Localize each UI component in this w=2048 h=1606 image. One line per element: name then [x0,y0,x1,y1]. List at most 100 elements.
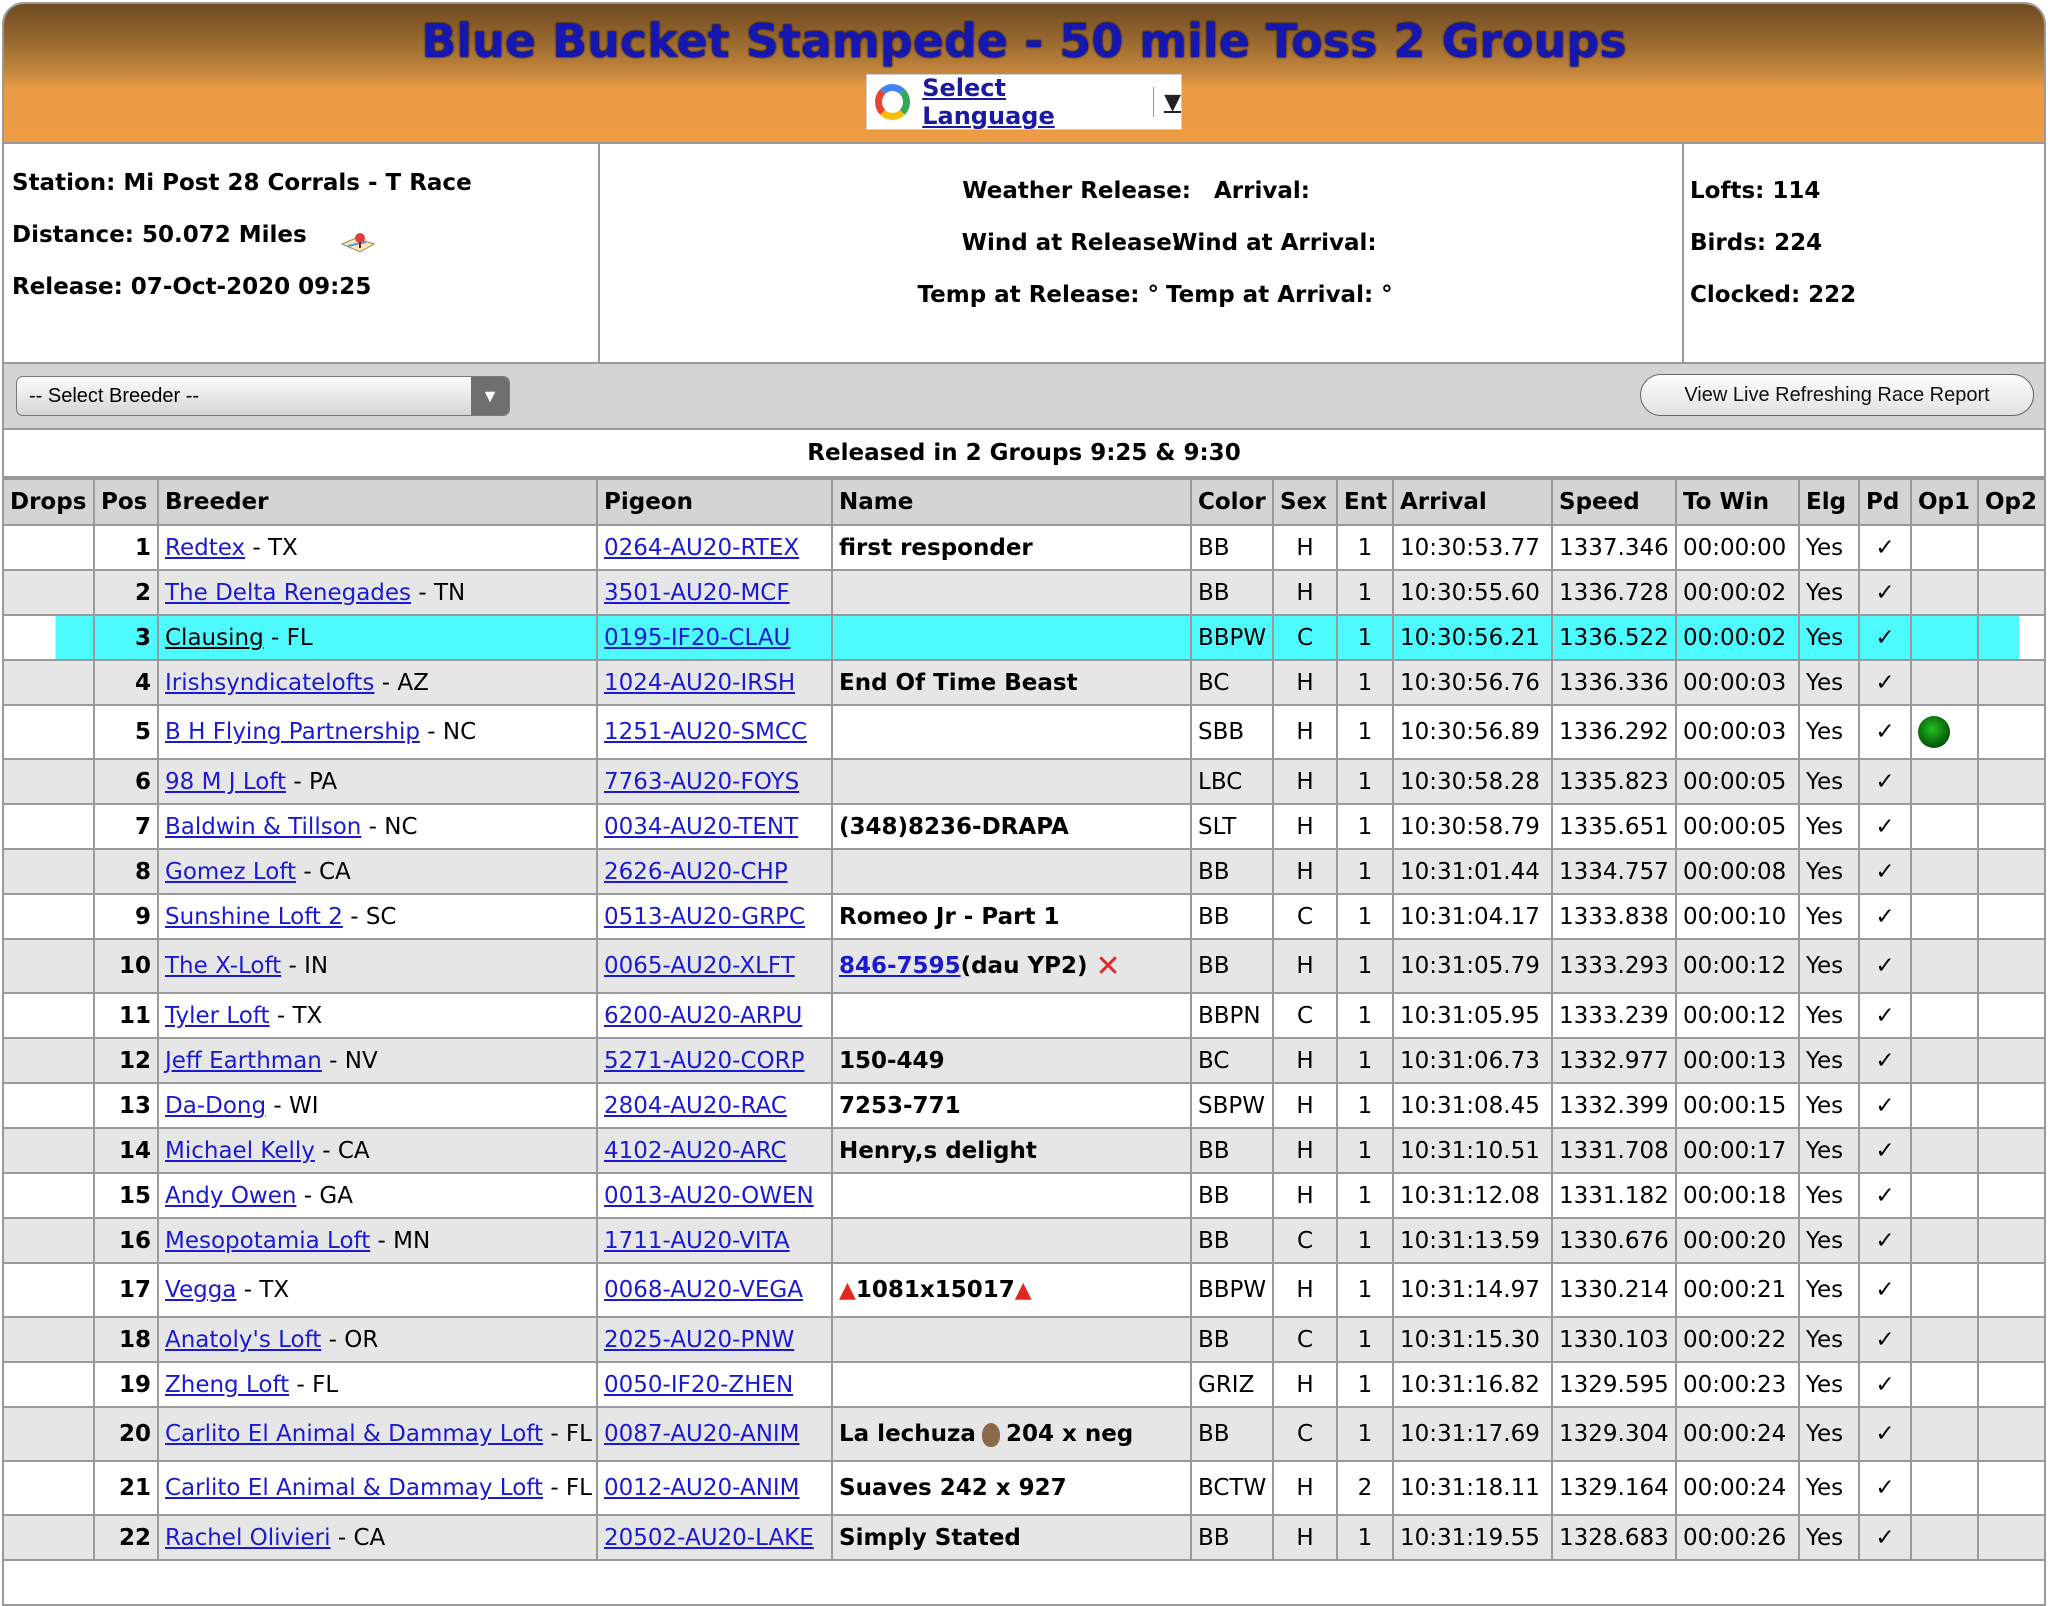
pigeon-link[interactable]: 2804-AU20-RAC [604,1093,787,1119]
col-header-op2[interactable]: Op2 [1977,478,2044,526]
name-link[interactable]: 846-7595 [839,953,961,979]
pigeon-link[interactable]: 4102-AU20-ARC [604,1138,787,1164]
col-header-speed[interactable]: Speed [1551,478,1677,526]
breeder-link[interactable]: Andy Owen [165,1183,296,1209]
col-header-name[interactable]: Name [831,478,1192,526]
table-row[interactable]: 15 Andy Owen - GA 0013-AU20-OWEN BB H 1 10:31:… [4,1172,2044,1219]
col-header-pd[interactable]: Pd [1858,478,1912,526]
pigeon-link[interactable]: 0034-AU20-TENT [604,814,798,840]
pigeon-link[interactable]: 3501-AU20-MCF [604,580,790,606]
col-header-elg[interactable]: Elg [1798,478,1860,526]
col-header-color[interactable]: Color [1190,478,1274,526]
pigeon-link[interactable]: 0195-IF20-CLAU [604,625,790,651]
pigeon-link[interactable]: 0013-AU20-OWEN [604,1183,814,1209]
drops-cell [4,848,95,895]
wind-release-label: Wind at Release: [961,230,1181,256]
breeder-link[interactable]: Mesopotamia Loft [165,1228,370,1254]
table-row[interactable]: 17 Vegga - TX 0068-AU20-VEGA ▲1081x15017▲ BB… [4,1262,2044,1318]
col-header-pigeon[interactable]: Pigeon [596,478,833,526]
breeder-link[interactable]: The Delta Renegades [165,580,411,606]
table-row[interactable]: 22 Rachel Olivieri - CA 20502-AU20-LAKE Sim… [4,1514,2044,1561]
live-report-button[interactable]: View Live Refreshing Race Report [1640,374,2034,416]
table-row[interactable]: 3 Clausing - FL 0195-IF20-CLAU BBPW C 1 10:30:… [4,614,2044,661]
table-row[interactable]: 16 Mesopotamia Loft - MN 1711-AU20-VITA BB C… [4,1217,2044,1264]
pigeon-link[interactable]: 0068-AU20-VEGA [604,1277,803,1303]
breeder-link[interactable]: The X-Loft [165,953,281,979]
table-row[interactable]: 20 Carlito El Animal & Dammay Loft - FL 00… [4,1406,2044,1462]
col-header-breeder[interactable]: Breeder [157,478,598,526]
dropdown-arrow-icon[interactable]: ▼ [471,377,509,415]
breeder-link[interactable]: Anatoly's Loft [165,1327,321,1353]
table-row[interactable]: 18 Anatoly's Loft - OR 2025-AU20-PNW BB C 1 10… [4,1316,2044,1363]
ent-cell: 1 [1336,1172,1394,1219]
table-row[interactable]: 11 Tyler Loft - TX 6200-AU20-ARPU BBPN C 1 10:… [4,992,2044,1039]
col-header-ent[interactable]: Ent [1336,478,1394,526]
pos-cell: 15 [93,1172,159,1219]
table-row[interactable]: 6 98 M J Loft - PA 7763-AU20-FOYS LBC H 1 10:3… [4,758,2044,805]
breeder-link[interactable]: Vegga [165,1277,236,1303]
pigeon-link[interactable]: 1024-AU20-IRSH [604,670,795,696]
breeder-link[interactable]: 98 M J Loft [165,769,286,795]
pigeon-link[interactable]: 6200-AU20-ARPU [604,1003,802,1029]
table-row[interactable]: 5B H Flying Partnership - NC 1251-AU20-SM… [4,704,2044,760]
results-body: 1 Redtex - TX 0264-AU20-RTEX first responde… [4,524,2044,1561]
breeder-link[interactable]: Clausing [165,625,264,651]
pigeon-link[interactable]: 20502-AU20-LAKE [604,1525,814,1551]
op1-cell [1910,992,1979,1039]
breeder-link[interactable]: Carlito El Animal & Dammay Loft [165,1475,543,1501]
breeder-link[interactable]: Sunshine Loft 2 [165,904,343,930]
col-header-drops[interactable]: Drops [4,478,95,526]
language-selector[interactable]: Select Language ▼ [866,74,1182,130]
select-language-link[interactable]: Select Language [922,74,1139,130]
breeder-link[interactable]: Zheng Loft [165,1372,289,1398]
elg-cell: Yes [1798,992,1860,1039]
table-row[interactable]: 2 The Delta Renegades - TN 3501-AU20-MCF BB… [4,569,2044,616]
breeder-link[interactable]: Rachel Olivieri [165,1525,331,1551]
table-row[interactable]: 13 Da-Dong - WI 2804-AU20-RAC 7253-771 SBPW H… [4,1082,2044,1129]
table-row[interactable]: 9 Sunshine Loft 2 - SC 0513-AU20-GRPC Romeo… [4,893,2044,940]
breeder-link[interactable]: Baldwin & Tillson [165,814,361,840]
pigeon-link[interactable]: 1711-AU20-VITA [604,1228,790,1254]
table-row[interactable]: 14 Michael Kelly - CA 4102-AU20-ARC Henry,s… [4,1127,2044,1174]
pigeon-link[interactable]: 2025-AU20-PNW [604,1327,794,1353]
table-row[interactable]: 21 Carlito El Animal & Dammay Loft - FL 00… [4,1460,2044,1516]
table-row[interactable]: 1 Redtex - TX 0264-AU20-RTEX first responde… [4,524,2044,571]
breeder-link[interactable]: Jeff Earthman [165,1048,322,1074]
pigeon-link[interactable]: 7763-AU20-FOYS [604,769,799,795]
pigeon-link[interactable]: 0087-AU20-ANIM [604,1421,800,1447]
pigeon-link[interactable]: 5271-AU20-CORP [604,1048,804,1074]
breeder-link[interactable]: Tyler Loft [165,1003,270,1029]
breeder-link[interactable]: Da-Dong [165,1093,266,1119]
pigeon-link[interactable]: 2626-AU20-CHP [604,859,788,885]
col-header-pos[interactable]: Pos [93,478,159,526]
breeder-select[interactable]: -- Select Breeder -- ▼ [16,376,510,416]
col-header-op1[interactable]: Op1 [1910,478,1979,526]
drops-cell [4,1514,95,1561]
table-row[interactable]: 4 Irishsyndicatelofts - AZ 1024-AU20-IRSH E… [4,659,2044,706]
table-row[interactable]: 7 Baldwin & Tillson - NC 0034-AU20-TENT (34… [4,803,2044,850]
table-row[interactable]: 8 Gomez Loft - CA 2626-AU20-CHP BB H 1 10:31:0… [4,848,2044,895]
table-row[interactable]: 19 Zheng Loft - FL 0050-IF20-ZHEN GRIZ H 1 10:… [4,1361,2044,1408]
pigeon-link[interactable]: 0050-IF20-ZHEN [604,1372,793,1398]
breeder-link[interactable]: B H Flying Partnership [165,719,420,745]
pigeon-link[interactable]: 0513-AU20-GRPC [604,904,805,930]
col-header-arrival[interactable]: Arrival [1392,478,1553,526]
pigeon-link[interactable]: 0065-AU20-XLFT [604,953,795,979]
table-row[interactable]: 10 The X-Loft - IN 0065-AU20-XLFT 846-7595(… [4,938,2044,994]
breeder-link[interactable]: Redtex [165,535,245,561]
breeder-link[interactable]: Gomez Loft [165,859,296,885]
col-header-towin[interactable]: To Win [1675,478,1800,526]
table-row[interactable]: 12 Jeff Earthman - NV 5271-AU20-CORP 150-44… [4,1037,2044,1084]
map-icon[interactable] [338,230,378,262]
breeder-link[interactable]: Carlito El Animal & Dammay Loft [165,1421,543,1447]
pigeon-link[interactable]: 0264-AU20-RTEX [604,535,799,561]
col-header-sex[interactable]: Sex [1272,478,1338,526]
name-cell [831,1172,1192,1219]
breeder-cell: Carlito El Animal & Dammay Loft - FL [157,1460,598,1516]
pigeon-link[interactable]: 1251-AU20-SMCC [604,719,807,745]
breeder-link[interactable]: Michael Kelly [165,1138,315,1164]
op2-cell [1977,704,2044,760]
breeder-link[interactable]: Irishsyndicatelofts [165,670,374,696]
chevron-down-icon[interactable]: ▼ [1164,90,1181,115]
pigeon-link[interactable]: 0012-AU20-ANIM [604,1475,800,1501]
